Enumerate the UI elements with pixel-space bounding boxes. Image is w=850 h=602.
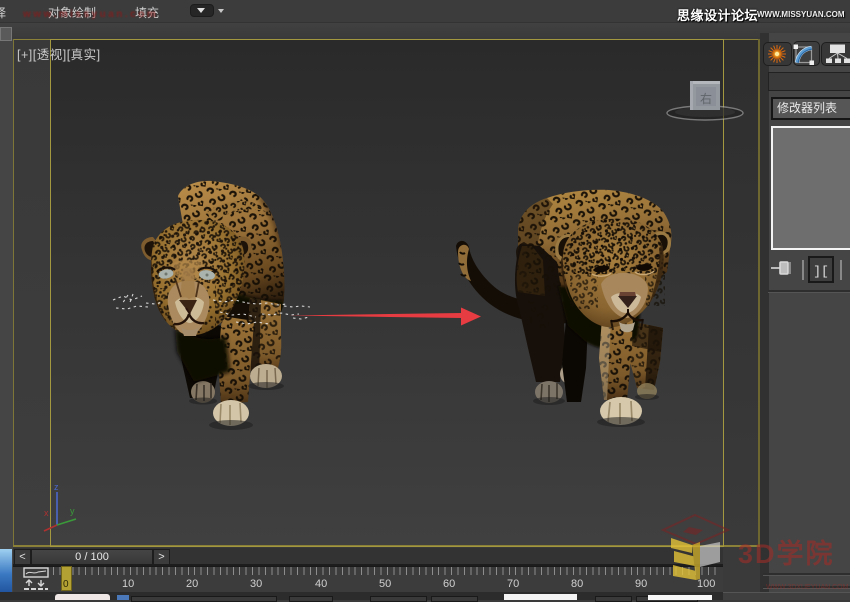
svg-text:z: z: [54, 482, 59, 492]
svg-text:x: x: [44, 508, 49, 518]
svg-text:WWW.3DXUEYUAN.COM: WWW.3DXUEYUAN.COM: [766, 584, 849, 591]
svg-text:右: 右: [700, 91, 712, 106]
svg-text:3D学院: 3D学院: [738, 538, 835, 569]
svg-text:y: y: [70, 506, 75, 516]
svg-text:][: ][: [813, 264, 829, 279]
